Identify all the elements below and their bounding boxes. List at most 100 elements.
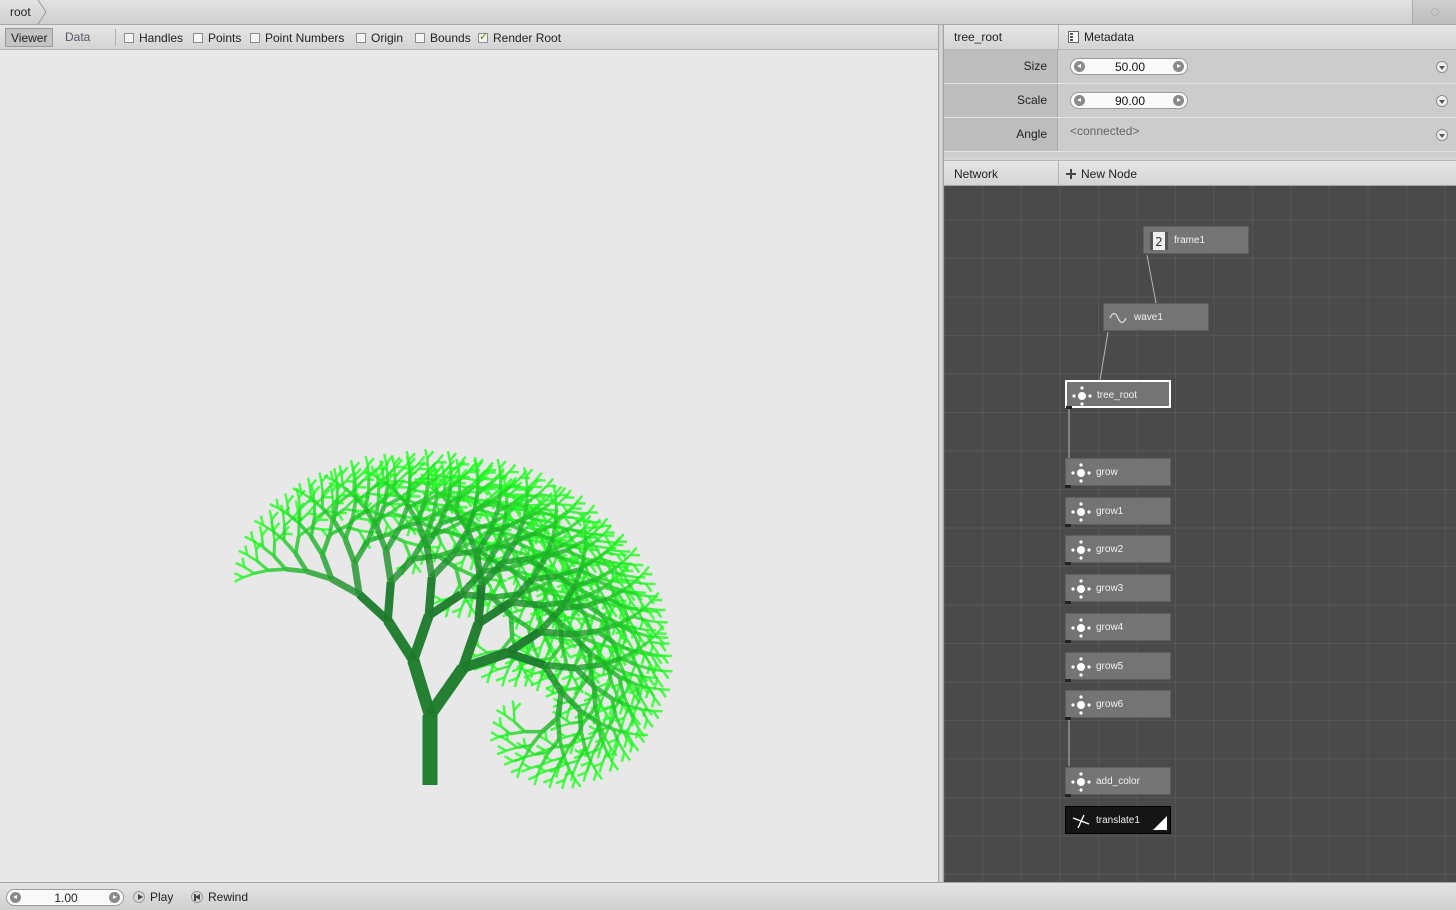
- geometry-node-icon: [1071, 772, 1091, 792]
- metadata-icon: [1068, 31, 1079, 43]
- node-label: grow1: [1096, 505, 1124, 517]
- node-label: add_color: [1096, 776, 1140, 787]
- point-numbers-checkbox[interactable]: Point Numbers: [250, 31, 344, 45]
- render-root-checkbox[interactable]: Render Root: [478, 31, 561, 45]
- node-label: translate1: [1096, 815, 1140, 826]
- geometry-node-icon: [1071, 502, 1091, 522]
- handles-checkbox[interactable]: Handles: [124, 31, 183, 45]
- new-node-button[interactable]: New Node: [1066, 167, 1137, 181]
- fractal-tree-render: [234, 448, 673, 790]
- svg-text:2: 2: [1155, 235, 1163, 249]
- tab-viewer[interactable]: Viewer: [5, 28, 54, 47]
- checkbox-label: Handles: [139, 30, 184, 45]
- checkbox-label: Bounds: [430, 30, 471, 45]
- output-port[interactable]: [1065, 601, 1071, 605]
- output-port[interactable]: [1065, 523, 1071, 527]
- output-port[interactable]: [1065, 717, 1071, 721]
- node-grow5[interactable]: grow5: [1065, 651, 1171, 682]
- network-title: Network: [954, 167, 999, 181]
- wave-icon: [1109, 312, 1127, 324]
- output-port[interactable]: [1066, 406, 1072, 409]
- header-divider: [1058, 161, 1059, 187]
- node-grow3[interactable]: grow3: [1065, 574, 1171, 605]
- window-control-button[interactable]: [1412, 0, 1456, 24]
- translate-arrows-icon: [1072, 814, 1090, 829]
- rewind-label: Rewind: [208, 890, 249, 904]
- node-translate1[interactable]: translate1: [1065, 806, 1171, 834]
- geometry-node-icon: [1071, 656, 1091, 677]
- param-menu-icon[interactable]: [1436, 129, 1448, 141]
- increment-icon[interactable]: [109, 892, 120, 903]
- network-connections: [1068, 254, 1157, 766]
- node-grow4[interactable]: grow4: [1065, 612, 1171, 643]
- header-divider: [1058, 25, 1059, 50]
- frame-value[interactable]: 1.00: [7, 891, 125, 905]
- geometry-node-icon: [1071, 463, 1091, 483]
- network-header: Network New Node: [944, 160, 1456, 187]
- node-tree-root[interactable]: tree_root: [1065, 380, 1171, 409]
- parameters-pane: tree_root Metadata Size 50.00 Scale 90.0…: [944, 25, 1456, 158]
- size-value[interactable]: 50.00: [1071, 60, 1189, 74]
- plus-icon: [1066, 169, 1076, 179]
- play-button[interactable]: Play: [133, 890, 173, 904]
- param-row-angle: Angle <connected>: [944, 118, 1456, 152]
- angle-connected-value: <connected>: [1070, 124, 1140, 138]
- param-value-size: 50.00: [1059, 50, 1456, 83]
- scale-stepper[interactable]: 90.00: [1070, 92, 1188, 109]
- node-grow1[interactable]: grow1: [1065, 496, 1171, 527]
- node-label: wave1: [1134, 312, 1163, 323]
- checkbox-box: [415, 33, 425, 43]
- origin-checkbox[interactable]: Origin: [356, 31, 403, 45]
- new-node-label: New Node: [1081, 167, 1138, 181]
- size-stepper[interactable]: 50.00: [1070, 58, 1188, 75]
- checkbox-box-checked: [478, 31, 488, 44]
- viewer-canvas[interactable]: [0, 50, 938, 882]
- frame-stepper[interactable]: 1.00: [6, 889, 124, 906]
- points-checkbox[interactable]: Points: [193, 31, 241, 45]
- output-port[interactable]: [1065, 794, 1071, 797]
- output-port[interactable]: [1065, 562, 1071, 566]
- node-label: grow4: [1096, 621, 1124, 633]
- scale-value[interactable]: 90.00: [1071, 94, 1189, 108]
- node-frame1[interactable]: 2 frame1: [1143, 226, 1249, 254]
- output-port[interactable]: [1065, 485, 1071, 488]
- rewind-button[interactable]: Rewind: [191, 890, 248, 904]
- output-port[interactable]: [1065, 678, 1071, 682]
- tab-data[interactable]: Data: [60, 28, 95, 47]
- metadata-label: Metadata: [1084, 30, 1135, 44]
- param-label-size: Size: [944, 50, 1058, 83]
- increment-icon[interactable]: [1173, 61, 1184, 72]
- geometry-node-icon: [1071, 618, 1091, 638]
- network-canvas[interactable]: 2 frame1 wave1 tree_root grow grow1 grow2 g…: [944, 186, 1456, 882]
- node-label: grow6: [1096, 699, 1124, 711]
- param-row-size: Size 50.00: [944, 50, 1456, 84]
- checkbox-box: [193, 33, 203, 43]
- param-menu-icon[interactable]: [1436, 61, 1448, 73]
- node-add-color[interactable]: add_color: [1065, 767, 1171, 797]
- breadcrumb-chevron-icon: [37, 0, 47, 24]
- node-grow6[interactable]: grow6: [1065, 690, 1171, 721]
- param-label-angle: Angle: [944, 118, 1058, 151]
- increment-icon[interactable]: [1173, 95, 1184, 106]
- node-label: tree_root: [1097, 390, 1138, 401]
- param-menu-icon[interactable]: [1436, 95, 1448, 107]
- dot-icon: [1431, 8, 1439, 16]
- geometry-node-icon: [1072, 386, 1092, 406]
- node-grow2[interactable]: grow2: [1065, 535, 1171, 566]
- node-label: grow3: [1096, 583, 1124, 595]
- node-label: grow2: [1096, 544, 1124, 556]
- geometry-node-icon: [1071, 579, 1091, 599]
- param-label-scale: Scale: [944, 84, 1058, 117]
- bounds-checkbox[interactable]: Bounds: [415, 31, 471, 45]
- play-label: Play: [150, 890, 174, 904]
- checkbox-label: Points: [208, 30, 242, 45]
- node-grow[interactable]: grow: [1065, 458, 1171, 488]
- viewer-toolbar: Viewer Data Handles Points Point Numbers…: [0, 25, 938, 50]
- output-port[interactable]: [1065, 639, 1071, 643]
- checkbox-box: [356, 33, 366, 43]
- param-value-angle: <connected>: [1059, 118, 1456, 151]
- node-label: grow5: [1096, 660, 1124, 672]
- metadata-button[interactable]: Metadata: [1068, 30, 1134, 44]
- play-icon: [133, 891, 145, 903]
- node-wave1[interactable]: wave1: [1103, 303, 1209, 331]
